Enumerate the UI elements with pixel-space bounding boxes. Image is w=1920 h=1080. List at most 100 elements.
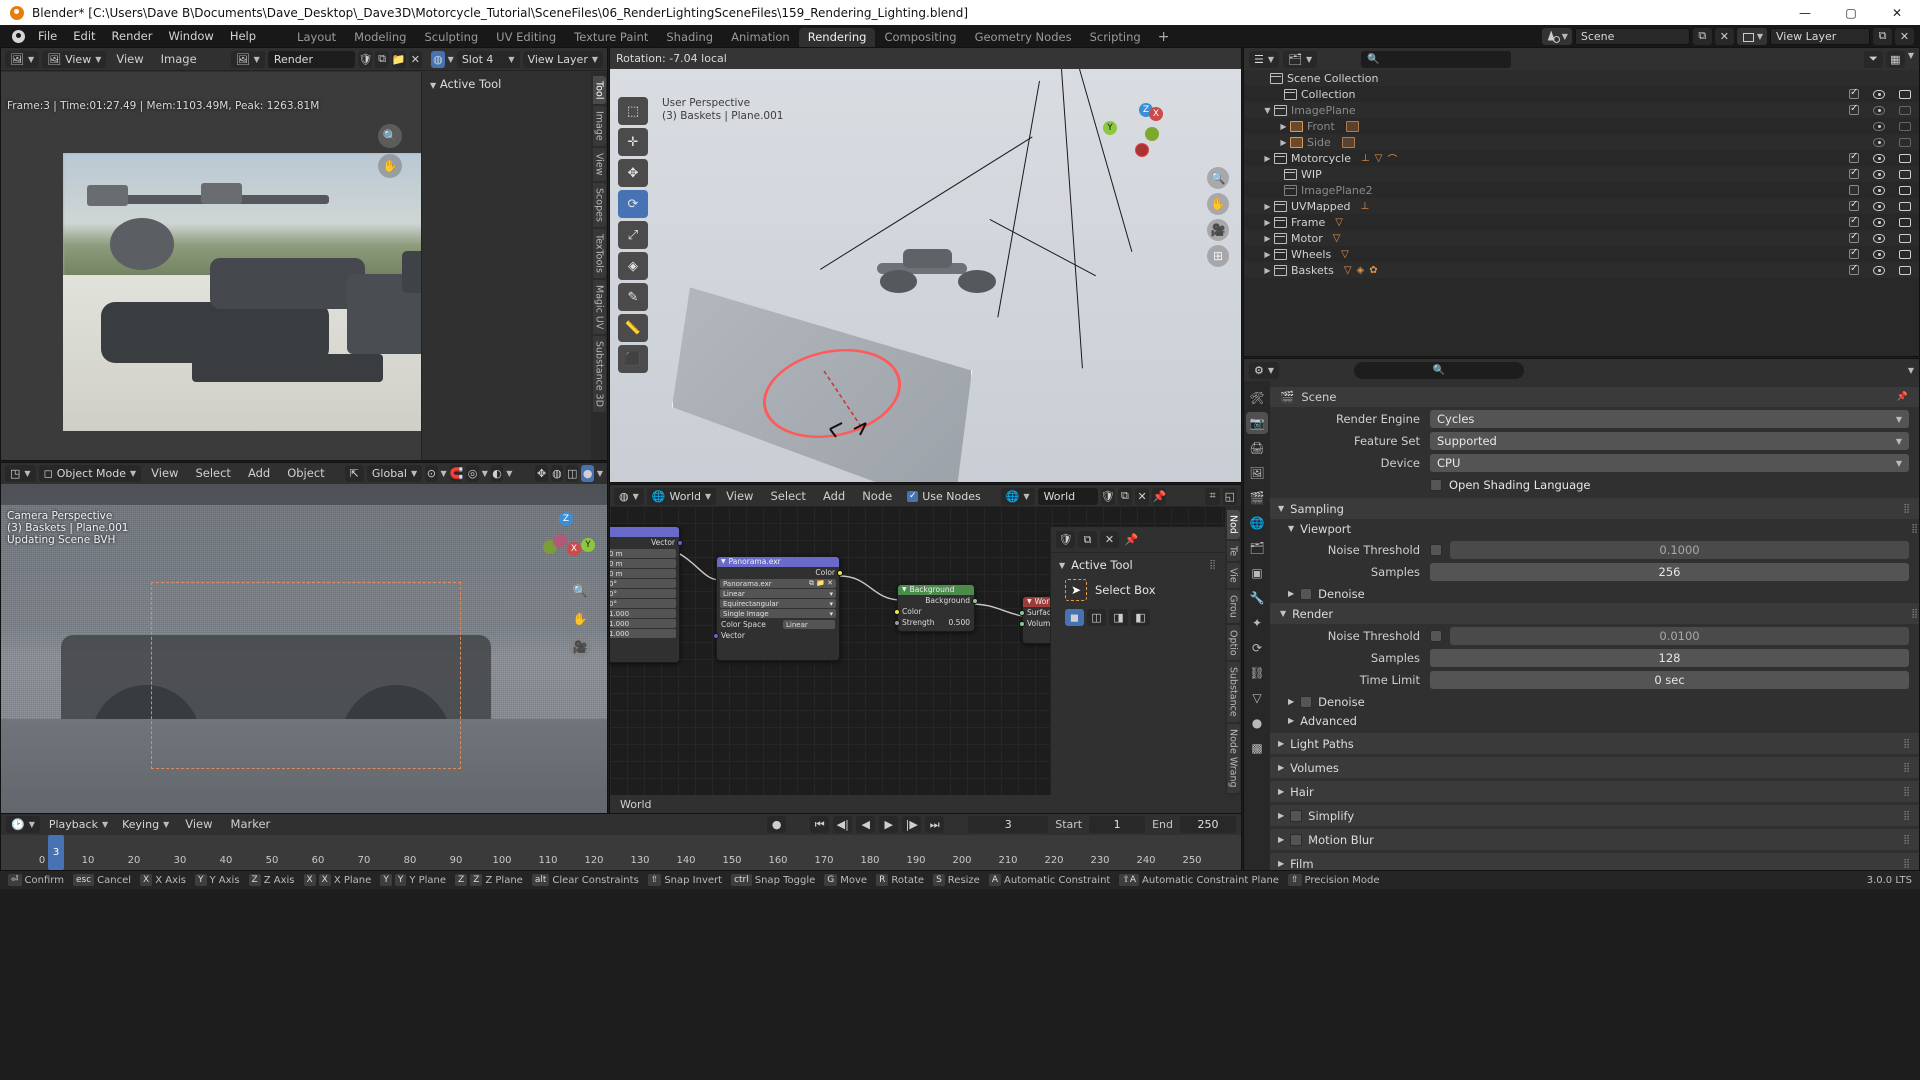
eye-icon[interactable] bbox=[1873, 201, 1885, 211]
mesh-object-icon[interactable]: ▽ bbox=[1341, 249, 1349, 260]
node-socket-surface-in[interactable] bbox=[1019, 610, 1025, 616]
jump-to-end-button[interactable]: ⏭ bbox=[925, 816, 945, 833]
current-frame-field[interactable]: 3 bbox=[968, 816, 1049, 833]
node-vtab-substance[interactable]: Substance bbox=[1226, 662, 1240, 723]
node-vtab-tool[interactable]: Te bbox=[1226, 540, 1240, 561]
camera-menu-object[interactable]: Object bbox=[280, 465, 331, 482]
previous-keyframe-button[interactable]: ◀| bbox=[833, 816, 853, 833]
node-mapping-scale-x[interactable]: 1.000 bbox=[610, 609, 676, 618]
snap-magnet-icon[interactable]: 🧲 bbox=[449, 465, 464, 482]
node-socket-color-in[interactable] bbox=[894, 609, 900, 615]
node-menu-select[interactable]: Select bbox=[763, 488, 812, 505]
drag-handle-icon[interactable]: ⣿ bbox=[1903, 835, 1911, 845]
properties-tab-viewlayer[interactable]: 🖼 bbox=[1246, 462, 1268, 484]
section-motion-blur[interactable]: ▶ Motion Blur ⣿ bbox=[1270, 829, 1919, 850]
image-menu-view[interactable]: View bbox=[109, 51, 150, 68]
outliner-row-baskets[interactable]: ▶ Baskets ▽ ◈ ✿ bbox=[1244, 262, 1919, 278]
node-vtab-nodewrangler[interactable]: Node Wrang bbox=[1226, 724, 1240, 793]
camera-menu-add[interactable]: Add bbox=[241, 465, 277, 482]
jump-to-start-button[interactable]: ⏮ bbox=[810, 816, 830, 833]
section-film[interactable]: ▶ Film ⣿ bbox=[1270, 853, 1919, 870]
viewlayer-browse-button[interactable]: ▼ bbox=[1736, 27, 1767, 45]
world-datablock-name[interactable]: World bbox=[1037, 487, 1098, 505]
node-vtab-options[interactable]: Optio bbox=[1226, 624, 1240, 661]
eye-icon[interactable] bbox=[1873, 185, 1885, 195]
disclosure-triangle-icon[interactable]: ▼ bbox=[1262, 106, 1273, 115]
eye-icon[interactable] bbox=[1873, 249, 1885, 259]
viewport-noise-threshold-value[interactable]: 0.1000 bbox=[1450, 541, 1909, 559]
timeline-editor-type-selector[interactable]: 🕑 ▼ bbox=[6, 816, 40, 833]
node-overlay-button[interactable]: ◱ bbox=[1222, 487, 1237, 505]
viewport-noise-threshold-checkbox[interactable] bbox=[1430, 544, 1442, 556]
preset-menu-icon[interactable]: ⣿ bbox=[1911, 609, 1919, 619]
checkbox-enabled[interactable] bbox=[1849, 231, 1859, 243]
node-menu-view[interactable]: View bbox=[719, 488, 760, 505]
gizmo-axis-y-neg[interactable] bbox=[1145, 127, 1159, 141]
vtab-substance3d[interactable]: Substance 3D bbox=[592, 335, 606, 412]
vtab-image[interactable]: Image bbox=[592, 106, 606, 147]
outliner-row-wheels[interactable]: ▶ Wheels ▽ bbox=[1244, 246, 1919, 262]
outliner-row-imageplane[interactable]: ▼ ImagePlane bbox=[1244, 102, 1919, 118]
node-vtab-group[interactable]: Grou bbox=[1226, 589, 1240, 623]
checkbox-enabled[interactable] bbox=[1849, 87, 1859, 99]
image-menu-image[interactable]: Image bbox=[154, 51, 204, 68]
node-editor-canvas[interactable]: Vector 0 m 0 m 0 m 0° 0° 0° 1.000 1.000 … bbox=[610, 506, 1241, 813]
node-snap-button[interactable]: ⌗ bbox=[1205, 487, 1220, 505]
node-tool-copy-icon[interactable]: ⧉ bbox=[1078, 531, 1097, 548]
section-simplify[interactable]: ▶ Simplify ⣿ bbox=[1270, 805, 1919, 826]
properties-tab-physics[interactable]: ⟳ bbox=[1246, 637, 1268, 659]
cam-gizmo-x-neg[interactable] bbox=[553, 534, 567, 548]
start-frame-field[interactable]: 1 bbox=[1089, 816, 1146, 833]
add-workspace-button[interactable]: + bbox=[1150, 28, 1178, 47]
auto-keying-icon[interactable]: ● bbox=[767, 816, 787, 833]
disclosure-triangle-icon[interactable]: ▶ bbox=[1278, 138, 1289, 147]
timeline-menu-marker[interactable]: Marker bbox=[224, 816, 278, 833]
view-layer-selector[interactable]: View Layer ▼ bbox=[522, 50, 604, 68]
viewport-denoise-row[interactable]: ▶ Denoise bbox=[1270, 584, 1919, 603]
close-button[interactable]: ✕ bbox=[1874, 0, 1920, 25]
select-box-tool[interactable]: ⬚ bbox=[618, 97, 648, 125]
world-fake-user-button[interactable]: 🛡 bbox=[1100, 487, 1115, 505]
vtab-view[interactable]: View bbox=[592, 148, 606, 181]
node-tool-shield-icon[interactable]: 🛡 bbox=[1056, 531, 1075, 548]
feature-set-dropdown[interactable]: Supported ▼ bbox=[1430, 432, 1909, 450]
misc-object-icon[interactable]: ◈ bbox=[1357, 265, 1365, 276]
drag-handle-icon[interactable]: ⣿ bbox=[1903, 739, 1911, 749]
preset-menu-icon[interactable]: ⣿ bbox=[1911, 524, 1919, 534]
properties-tab-world[interactable]: 🌐 bbox=[1246, 512, 1268, 534]
properties-tab-material[interactable]: ● bbox=[1246, 712, 1268, 734]
pin-icon[interactable]: 📌 bbox=[1897, 392, 1909, 402]
section-volumes[interactable]: ▶ Volumes ⣿ bbox=[1270, 757, 1919, 778]
outliner-row-scene-collection[interactable]: Scene Collection bbox=[1244, 70, 1919, 86]
vtab-textools[interactable]: TexTools bbox=[592, 228, 606, 278]
properties-tab-constraints[interactable]: ⛓ bbox=[1246, 662, 1268, 684]
empty-object-icon[interactable]: ⊥ bbox=[1361, 201, 1370, 212]
play-reverse-button[interactable]: ◀ bbox=[856, 816, 876, 833]
drag-handle-icon[interactable]: ⣿ bbox=[1903, 859, 1911, 869]
transform-tool[interactable]: ◈ bbox=[618, 252, 648, 280]
camera-disabled-icon[interactable] bbox=[1899, 105, 1911, 115]
viewport-subsection-header[interactable]: ▼ Viewport ⣿ bbox=[1270, 519, 1919, 538]
vtab-tool[interactable]: Tool bbox=[592, 76, 606, 105]
eye-icon[interactable] bbox=[1873, 169, 1885, 179]
viewport-zoom-icon[interactable]: 🔍 bbox=[1207, 167, 1229, 189]
checkbox-enabled[interactable] bbox=[1849, 263, 1859, 275]
outliner-row-front[interactable]: ▶ Front bbox=[1244, 118, 1919, 134]
tab-geometry-nodes[interactable]: Geometry Nodes bbox=[966, 28, 1081, 47]
outliner-display-mode-selector[interactable]: 🗂 ▼ bbox=[1283, 50, 1318, 68]
node-tool-pin-icon[interactable]: 📌 bbox=[1122, 531, 1141, 548]
properties-tab-scene[interactable]: 🎬 bbox=[1246, 487, 1268, 509]
tab-rendering[interactable]: Rendering bbox=[798, 28, 876, 47]
node-vtab-view[interactable]: Vie bbox=[1226, 563, 1240, 588]
outliner-row-collection[interactable]: Collection bbox=[1244, 86, 1919, 102]
outliner-row-motorcycle[interactable]: ▶ Motorcycle ⊥ ▽ ⌒ bbox=[1244, 150, 1919, 166]
properties-tab-texture[interactable]: ▩ bbox=[1246, 737, 1268, 759]
node-env-image-file[interactable]: Panorama.exr ⧉ 📁 ✕ bbox=[720, 579, 836, 588]
viewport-pan-icon[interactable]: ✋ bbox=[1207, 193, 1229, 215]
camera-disabled-icon[interactable] bbox=[1899, 121, 1911, 131]
tab-layout[interactable]: Layout bbox=[288, 28, 345, 47]
disclosure-triangle-icon[interactable]: ▶ bbox=[1262, 266, 1273, 275]
eye-icon[interactable] bbox=[1873, 153, 1885, 163]
timeline-menu-view[interactable]: View bbox=[178, 816, 219, 833]
play-button[interactable]: ▶ bbox=[879, 816, 899, 833]
